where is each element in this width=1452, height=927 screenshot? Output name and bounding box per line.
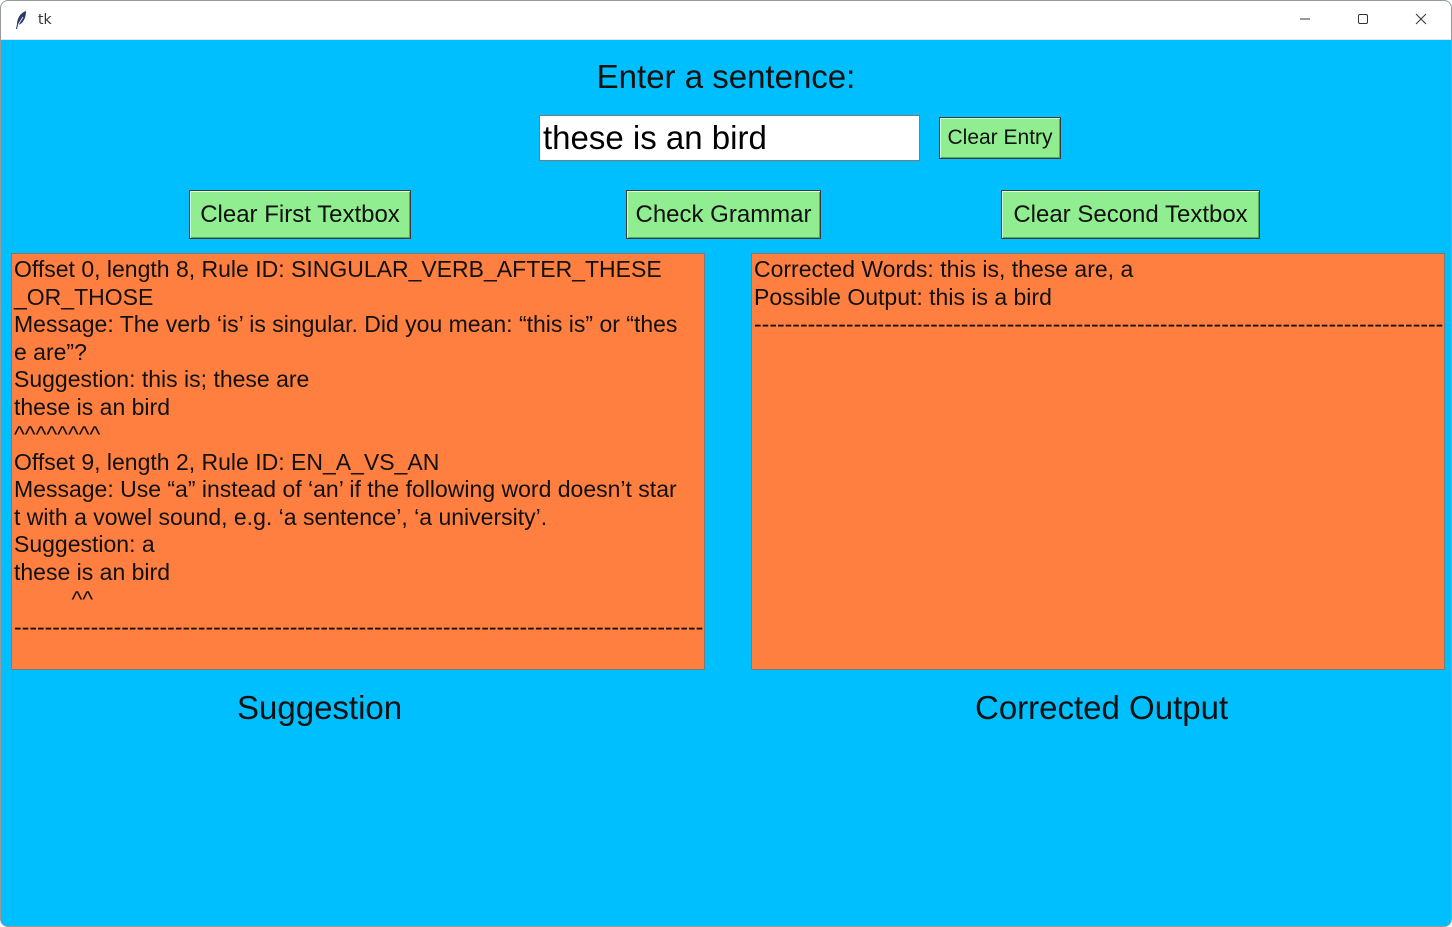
text-line: Suggestion: a [14,531,155,557]
close-icon [1415,12,1427,30]
corrected-output-caption: Corrected Output [975,689,1229,726]
text-line: Offset 0, length 8, Rule ID: SINGULAR_VE… [14,256,662,282]
clear-second-textbox-button[interactable]: Clear Second Textbox [1001,190,1260,239]
suggestion-caption: Suggestion [237,689,403,726]
minimize-button[interactable] [1276,1,1334,40]
app-window: tk Enter a sentence: Clear Entry Clear F… [0,0,1452,927]
text-line: these is an bird [14,393,170,420]
check-grammar-button[interactable]: Check Grammar [626,190,821,239]
text-line: t with a vowel sound, e.g. ‘a sentence’,… [14,503,548,530]
text-line: _OR_THOSE [14,283,154,310]
corrected-output-textbox[interactable]: Corrected Words: this is, these are, a P… [751,253,1445,670]
text-line: ^^ [14,586,94,612]
close-button[interactable] [1392,1,1450,40]
text-line: Suggestion: this is; these are [14,366,310,392]
client-area: Enter a sentence: Clear Entry Clear Firs… [1,41,1451,926]
window-title: tk [38,12,52,28]
suggestion-textbox[interactable]: Offset 0, length 8, Rule ID: SINGULAR_VE… [11,253,705,670]
text-line: Possible Output: this is a bird [754,283,1052,310]
text-line: ----------------------------------------… [14,613,705,640]
maximize-icon [1357,12,1369,30]
text-line: Corrected Words: this is, these are, a [754,256,1134,282]
title-bar[interactable]: tk [1,1,1451,40]
text-line: Message: The verb ‘is’ is singular. Did … [14,311,678,337]
sentence-input[interactable] [539,115,920,161]
feather-icon [14,10,28,30]
text-line: Offset 9, length 2, Rule ID: EN_A_VS_AN [14,448,440,475]
clear-first-textbox-button[interactable]: Clear First Textbox [189,190,411,239]
text-line: Message: Use “a” instead of ‘an’ if the … [14,476,677,502]
text-line: ----------------------------------------… [754,311,1445,337]
maximize-button[interactable] [1334,1,1392,40]
text-line: e are”? [14,338,87,365]
text-line: ^^^^^^^^ [14,421,101,447]
text-line: these is an bird [14,558,170,585]
prompt-label: Enter a sentence: [596,58,856,95]
clear-entry-button[interactable]: Clear Entry [939,117,1061,159]
minimize-icon [1299,12,1311,30]
